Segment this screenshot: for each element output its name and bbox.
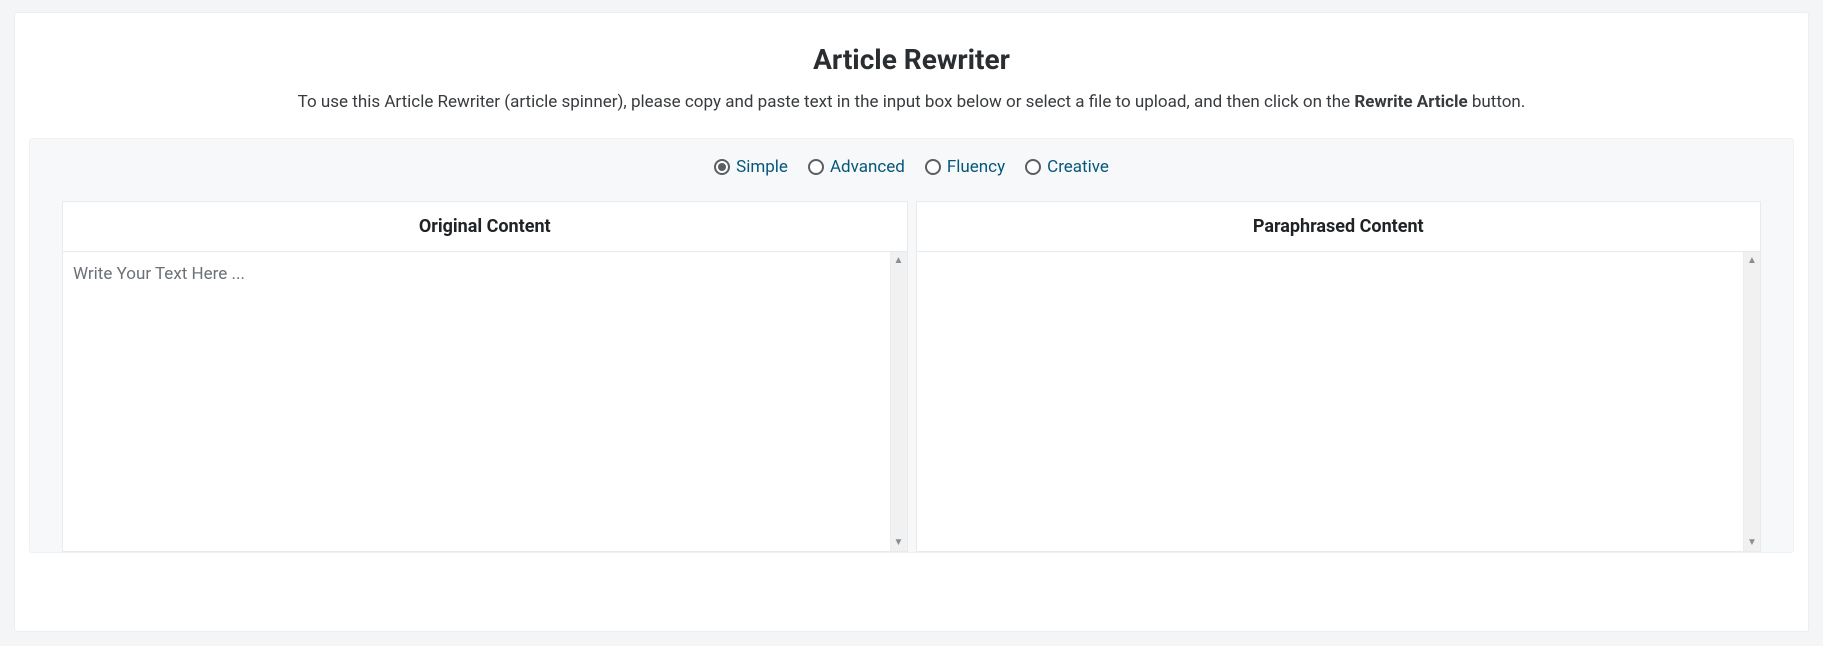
panels-row: Original Content ▲ ▼ Paraphrased Content…	[30, 201, 1793, 552]
radio-icon	[808, 159, 824, 175]
mode-row: Simple Advanced Fluency Creative	[30, 139, 1793, 201]
radio-icon	[1025, 159, 1041, 175]
scroll-down-icon[interactable]: ▼	[891, 534, 907, 551]
radio-icon	[925, 159, 941, 175]
scroll-up-icon[interactable]: ▲	[891, 252, 907, 269]
mode-option-advanced[interactable]: Advanced	[808, 157, 905, 177]
mode-label: Creative	[1047, 157, 1109, 177]
inner-area: Simple Advanced Fluency Creative Origina…	[29, 138, 1794, 553]
scrollbar[interactable]: ▲ ▼	[1743, 252, 1760, 551]
mode-option-simple[interactable]: Simple	[714, 157, 788, 177]
mode-label: Simple	[736, 157, 788, 177]
page-subtitle: To use this Article Rewriter (article sp…	[39, 92, 1784, 112]
header-block: Article Rewriter To use this Article Rew…	[15, 13, 1808, 138]
original-textarea[interactable]	[63, 252, 907, 551]
paraphrased-body: ▲ ▼	[916, 252, 1762, 552]
subtitle-suffix: button.	[1468, 92, 1526, 112]
subtitle-prefix: To use this Article Rewriter (article sp…	[298, 92, 1355, 112]
scrollbar[interactable]: ▲ ▼	[890, 252, 907, 551]
page-container: Article Rewriter To use this Article Rew…	[14, 12, 1809, 632]
subtitle-strong: Rewrite Article	[1354, 92, 1467, 112]
mode-label: Fluency	[947, 157, 1005, 177]
paraphrased-textarea[interactable]	[917, 252, 1761, 551]
page-title: Article Rewriter	[39, 43, 1784, 76]
mode-label: Advanced	[830, 157, 905, 177]
paraphrased-panel: Paraphrased Content ▲ ▼	[916, 201, 1762, 552]
mode-option-creative[interactable]: Creative	[1025, 157, 1109, 177]
mode-option-fluency[interactable]: Fluency	[925, 157, 1005, 177]
original-body: ▲ ▼	[62, 252, 908, 552]
original-header: Original Content	[62, 201, 908, 252]
scroll-down-icon[interactable]: ▼	[1744, 534, 1760, 551]
original-panel: Original Content ▲ ▼	[62, 201, 908, 552]
radio-icon	[714, 159, 730, 175]
scroll-up-icon[interactable]: ▲	[1744, 252, 1760, 269]
paraphrased-header: Paraphrased Content	[916, 201, 1762, 252]
